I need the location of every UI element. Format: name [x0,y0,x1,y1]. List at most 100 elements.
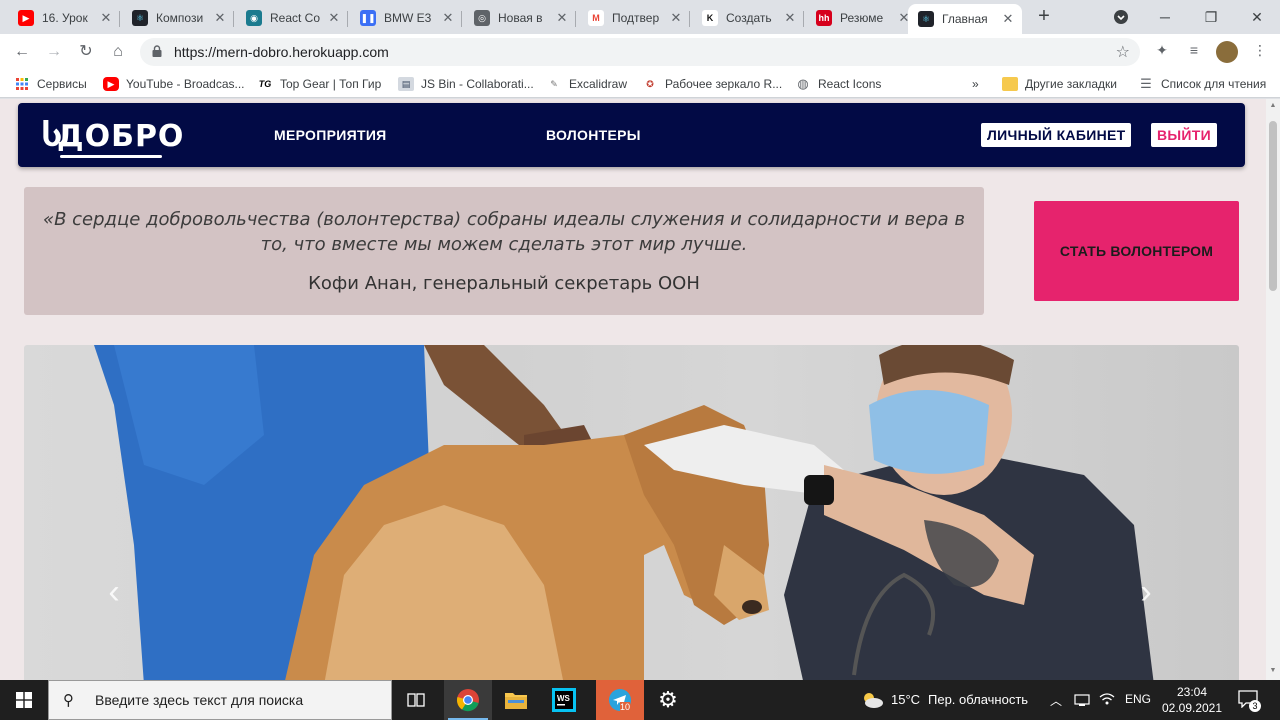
scroll-down-icon[interactable]: ▼ [1269,667,1277,674]
home-icon[interactable]: ⌂ [106,40,130,64]
webstorm-icon[interactable]: WS [540,680,588,720]
bookmark-label: Top Gear | Топ Гир [280,77,382,91]
quote-card: «В сердце добровольчества (волонтерства)… [24,187,984,315]
tab-favicon-icon: K [702,10,718,26]
weather-temp[interactable]: 15°C [891,692,920,707]
page-viewport: ႱДОБРО МЕРОПРИЯТИЯ ВОЛОНТЕРЫ ЛИЧНЫЙ КАБИ… [0,99,1266,680]
tab-close-icon[interactable]: ✕ [554,10,570,26]
bookmark-item[interactable]: ◍ React Icons [795,76,881,92]
carousel-next-icon[interactable]: › [1136,575,1156,609]
minimize-icon[interactable]: ─ [1142,0,1188,34]
youtube-icon: ▶ [103,77,119,91]
bookmark-item[interactable]: ✎ Excalidraw [546,76,627,92]
browser-tab[interactable]: M Подтвер ✕ [578,4,690,32]
scrollbar-thumb[interactable] [1269,121,1277,291]
tab-title: React Co [270,11,321,25]
close-window-icon[interactable]: ✕ [1234,0,1280,34]
tab-title: Подтвер [612,11,660,25]
bookmark-item[interactable]: ✪ Рабочее зеркало R... [642,76,782,92]
telegram-icon[interactable]: 10 [596,680,644,720]
tab-favicon-icon: hh [816,10,832,26]
browser-tab[interactable]: ❚❚ BMW E3 ✕ [350,4,462,32]
nav-link-volunteers[interactable]: ВОЛОНТЕРЫ [546,127,641,143]
become-volunteer-button[interactable]: СТАТЬ ВОЛОНТЕРОМ [1034,201,1239,301]
tg-icon: TG [258,79,272,89]
tab-close-icon[interactable]: ✕ [440,10,456,26]
new-tab-button[interactable]: + [1034,6,1054,26]
tab-title: Создать [726,11,772,25]
browser-tab[interactable]: ▶ 16. Урок ✕ [8,4,120,32]
logout-button[interactable]: ВЫЙТИ [1151,123,1217,147]
browser-tab[interactable]: ⚛ Компози ✕ [122,4,234,32]
bookmark-item[interactable]: TG Top Gear | Топ Гир [257,76,382,92]
notifications-icon[interactable]: 3 [1238,690,1261,712]
system-clock[interactable]: 23:04 02.09.2021 [1160,684,1224,716]
chrome-taskbar-icon[interactable] [444,680,492,720]
tray-overflow-icon[interactable]: ︿ [1050,692,1062,709]
windows-taskbar: ⚲ Введите здесь текст для поиска WS 10 ⚙… [0,680,1280,720]
tab-search-icon[interactable] [1098,0,1144,34]
tab-close-icon[interactable]: ✕ [1000,11,1016,27]
tab-favicon-icon: ◎ [474,10,490,26]
avatar[interactable] [1216,41,1238,63]
forward-icon[interactable]: → [42,40,66,64]
reading-list-button[interactable]: ☰ Список для чтения [1138,76,1266,92]
carousel-photo [94,345,1154,680]
address-bar[interactable]: https://mern-dobro.herokuapp.com ☆ [140,38,1140,66]
browser-tab[interactable]: ◎ Новая в ✕ [464,4,576,32]
task-view-icon[interactable] [392,680,440,720]
menu-kebab-icon[interactable]: ⋮ [1250,42,1270,62]
browser-tab[interactable]: ◉ React Co ✕ [236,4,348,32]
bookmarks-overflow-button[interactable]: » [972,76,979,92]
tab-close-icon[interactable]: ✕ [98,10,114,26]
bookmark-star-icon[interactable]: ☆ [1116,42,1130,62]
settings-gear-icon[interactable]: ⚙ [644,680,692,720]
browser-tab[interactable]: ⚛ Главная ✕ [908,4,1022,34]
windows-start-icon[interactable] [0,680,48,720]
bookmark-item[interactable]: ▤ JS Bin - Collaborati... [398,76,534,92]
carousel-prev-icon[interactable]: ‹ [104,575,124,609]
scroll-up-icon[interactable]: ▲ [1269,102,1277,109]
jsbin-icon: ▤ [398,77,414,91]
wifi-icon[interactable] [1099,692,1115,711]
other-bookmarks-label: Другие закладки [1025,77,1117,91]
network-icon[interactable] [1074,693,1090,712]
tab-separator [803,11,804,27]
page-scrollbar[interactable]: ▲ ▼ [1266,99,1280,680]
tab-title: Компози [156,11,204,25]
telegram-badge: 10 [620,702,631,712]
reload-icon[interactable]: ↻ [74,40,98,64]
file-explorer-icon[interactable] [492,680,540,720]
bookmarks-bar: Сервисы ▶ YouTube - Broadcas... TG Top G… [0,70,1280,98]
media-control-icon[interactable]: ≡ [1184,42,1204,62]
tab-separator [347,11,348,27]
tab-separator [119,11,120,27]
extensions-icon[interactable]: ✦ [1152,42,1172,62]
tab-close-icon[interactable]: ✕ [212,10,228,26]
bookmark-item[interactable]: ▶ YouTube - Broadcas... [103,76,245,92]
restore-icon[interactable]: ❐ [1188,0,1234,34]
tab-close-icon[interactable]: ✕ [326,10,342,26]
bookmark-item[interactable]: Сервисы [14,76,87,92]
bookmark-label: YouTube - Broadcas... [126,77,245,91]
bookmark-label: Excalidraw [569,77,628,91]
nav-link-events[interactable]: МЕРОПРИЯТИЯ [274,127,387,143]
browser-tab[interactable]: hh Резюме ✕ [806,4,918,32]
weather-desc[interactable]: Пер. облачность [928,692,1028,707]
quote-text: «В сердце добровольчества (волонтерства)… [42,209,966,255]
tab-favicon-icon: M [588,10,604,26]
globe-icon: ◍ [797,76,809,91]
back-icon[interactable]: ← [10,40,34,64]
tab-close-icon[interactable]: ✕ [782,10,798,26]
tab-close-icon[interactable]: ✕ [668,10,684,26]
url-text: https://mern-dobro.herokuapp.com [174,44,389,60]
hero-carousel: ‹ › [24,345,1239,680]
taskbar-search-box[interactable]: ⚲ Введите здесь текст для поиска [48,680,392,720]
site-logo[interactable]: ႱДОБРО [42,116,184,154]
reading-list-icon: ☰ [1140,76,1152,91]
browser-tab[interactable]: K Создать ✕ [692,4,804,32]
tab-favicon-icon: ▶ [18,10,34,26]
language-indicator[interactable]: ENG [1125,692,1151,706]
other-bookmarks-folder[interactable]: Другие закладки [1002,76,1117,92]
cabinet-button[interactable]: ЛИЧНЫЙ КАБИНЕТ [981,123,1132,147]
